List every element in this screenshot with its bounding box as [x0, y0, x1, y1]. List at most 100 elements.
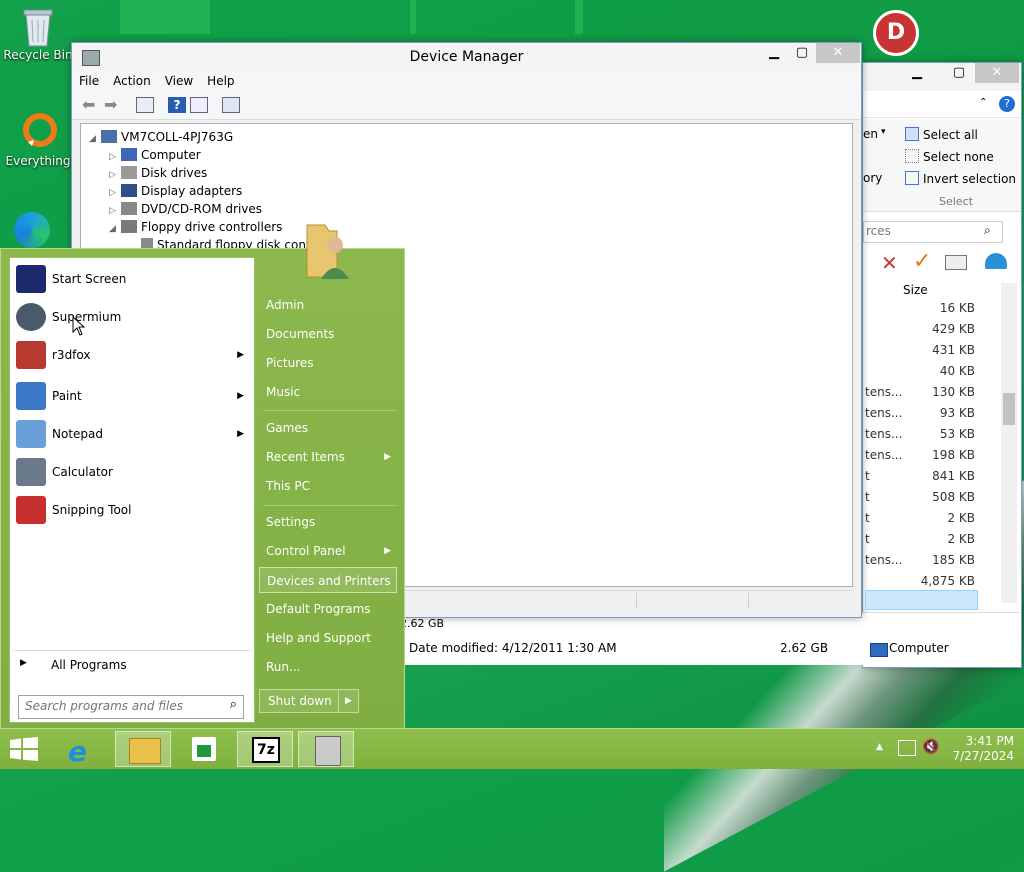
vertical-scrollbar[interactable]: [1001, 283, 1017, 603]
menu-view[interactable]: View: [158, 71, 200, 91]
checkmark-icon[interactable]: ✓: [913, 249, 931, 274]
start-link-default-programs[interactable]: Default Programs: [259, 596, 397, 622]
table-row[interactable]: tens... 93 KB: [863, 404, 1001, 424]
taskbar-7zip[interactable]: 7z: [237, 731, 293, 767]
start-link-admin[interactable]: Admin: [259, 292, 397, 318]
device-manager-icon: [315, 736, 341, 766]
column-header-size[interactable]: Size: [903, 283, 928, 297]
table-row[interactable]: tens... 130 KB: [863, 383, 1001, 403]
menu-file[interactable]: File: [72, 71, 106, 91]
details-date-modified: Date modified: 4/12/2011 1:30 AM: [409, 641, 617, 655]
table-row[interactable]: tens... 53 KB: [863, 425, 1001, 445]
clock[interactable]: 3:41 PM 7/27/2024: [940, 734, 1014, 764]
tree-root[interactable]: ◢ VM7COLL-4PJ763G: [89, 128, 233, 146]
menu-bar: File Action View Help: [72, 71, 861, 93]
table-row[interactable]: t 508 KB: [863, 488, 1001, 508]
start-link-music[interactable]: Music: [259, 379, 397, 405]
start-item-supermium[interactable]: Supermium: [14, 300, 250, 334]
delete-icon[interactable]: ✕: [881, 251, 898, 275]
start-search-box[interactable]: ⌕: [18, 695, 244, 719]
shell-icon[interactable]: [985, 253, 1007, 269]
table-row[interactable]: 431 KB: [863, 341, 1001, 361]
user-avatar-icon[interactable]: D: [873, 10, 919, 56]
back-arrow-icon[interactable]: ⬅: [82, 97, 100, 113]
volume-muted-icon[interactable]: 🔇: [922, 739, 939, 755]
start-item-calculator[interactable]: Calculator: [14, 455, 250, 489]
start-link-pictures[interactable]: Pictures: [259, 350, 397, 376]
minimize-button[interactable]: ▁: [760, 43, 788, 63]
network-icon[interactable]: [898, 740, 916, 756]
chevron-down-icon[interactable]: ⌃: [979, 97, 987, 108]
start-item-snipping-tool[interactable]: Snipping Tool: [14, 493, 250, 527]
table-row[interactable]: t 841 KB: [863, 467, 1001, 487]
desktop-icon-everything[interactable]: Everything: [2, 112, 74, 168]
explorer-search-input[interactable]: rces ⌕: [863, 221, 1003, 243]
start-item-notepad[interactable]: Notepad ▶: [14, 417, 250, 451]
forward-arrow-icon[interactable]: ➡: [104, 97, 122, 113]
select-all-button[interactable]: Select all: [905, 127, 978, 142]
minimize-button[interactable]: ▁: [903, 63, 931, 83]
internet-explorer-icon: e: [68, 735, 87, 768]
all-programs-button[interactable]: All Programs: [51, 656, 127, 686]
invert-selection-button[interactable]: Invert selection: [905, 171, 1016, 186]
menu-help[interactable]: Help: [200, 71, 241, 91]
table-row[interactable]: t 2 KB: [863, 530, 1001, 550]
scrollbar-thumb[interactable]: [1003, 393, 1015, 425]
expanded-arrow-icon[interactable]: ◢: [89, 130, 101, 148]
table-row[interactable]: tens... 185 KB: [863, 551, 1001, 571]
start-link-run[interactable]: Run...: [259, 654, 397, 680]
taskbar-file-explorer[interactable]: [115, 731, 171, 767]
tree-item-dvd-drives[interactable]: ▷ DVD/CD-ROM drives: [109, 200, 262, 218]
scan-hardware-icon[interactable]: [222, 97, 240, 113]
row-size: 841 KB: [932, 469, 975, 483]
select-none-button[interactable]: Select none: [905, 149, 994, 164]
menu-action[interactable]: Action: [106, 71, 158, 91]
properties-icon[interactable]: [190, 97, 208, 113]
rename-icon[interactable]: [945, 255, 967, 270]
start-link-help-and-support[interactable]: Help and Support: [259, 625, 397, 651]
start-link-games[interactable]: Games: [259, 415, 397, 441]
table-row[interactable]: 40 KB: [863, 362, 1001, 382]
shutdown-options-arrow-icon[interactable]: ▶: [338, 689, 359, 713]
start-link-documents[interactable]: Documents: [259, 321, 397, 347]
start-item-paint[interactable]: Paint ▶: [14, 379, 250, 413]
row-size: 508 KB: [932, 490, 975, 504]
search-icon[interactable]: ⌕: [230, 697, 237, 712]
start-link-devices-and-printers[interactable]: Devices and Printers: [259, 567, 397, 593]
taskbar-store[interactable]: [176, 731, 232, 767]
maximize-button[interactable]: ▢: [788, 43, 816, 63]
close-button[interactable]: ✕: [816, 43, 860, 63]
row-type: tens...: [865, 448, 903, 462]
tree-item-display-adapters[interactable]: ▷ Display adapters: [109, 182, 242, 200]
taskbar-internet-explorer[interactable]: e: [54, 731, 110, 768]
start-link-control-panel[interactable]: Control Panel ▶: [259, 538, 397, 564]
recycle-bin-icon: [18, 6, 58, 47]
start-link-recent-items[interactable]: Recent Items ▶: [259, 444, 397, 470]
help-icon[interactable]: ?: [168, 97, 186, 113]
start-item-label: Calculator: [52, 465, 113, 479]
show-hidden-icons-icon[interactable]: ▲: [876, 742, 883, 752]
start-search-input[interactable]: [19, 696, 221, 716]
windows-start-icon[interactable]: [10, 737, 38, 761]
close-button[interactable]: ✕: [975, 63, 1019, 83]
desktop-icon-recycle-bin[interactable]: Recycle Bin: [2, 6, 74, 62]
help-icon[interactable]: ?: [999, 96, 1015, 112]
start-link-settings[interactable]: Settings: [259, 509, 397, 535]
start-item-r3dfox[interactable]: r3dfox ▶: [14, 338, 250, 372]
tree-item-floppy-controllers[interactable]: ◢ Floppy drive controllers: [109, 218, 282, 236]
start-item-label: Notepad: [52, 427, 103, 441]
start-item-start-screen[interactable]: Start Screen: [14, 262, 250, 296]
start-link-this-pc[interactable]: This PC: [259, 473, 397, 499]
table-row[interactable]: 4,875 KB: [863, 572, 1001, 592]
table-row[interactable]: t 2 KB: [863, 509, 1001, 529]
expanded-arrow-icon[interactable]: ◢: [109, 220, 121, 238]
edge-desktop-icon[interactable]: [14, 212, 50, 248]
table-row[interactable]: 16 KB: [863, 299, 1001, 319]
tree-item-computer[interactable]: ▷ Computer: [109, 146, 201, 164]
tree-item-disk-drives[interactable]: ▷ Disk drives: [109, 164, 207, 182]
table-row[interactable]: 429 KB: [863, 320, 1001, 340]
taskbar-device-manager[interactable]: [298, 731, 354, 767]
show-hide-console-icon[interactable]: [136, 97, 154, 113]
table-row[interactable]: tens... 198 KB: [863, 446, 1001, 466]
maximize-button[interactable]: ▢: [945, 63, 973, 83]
